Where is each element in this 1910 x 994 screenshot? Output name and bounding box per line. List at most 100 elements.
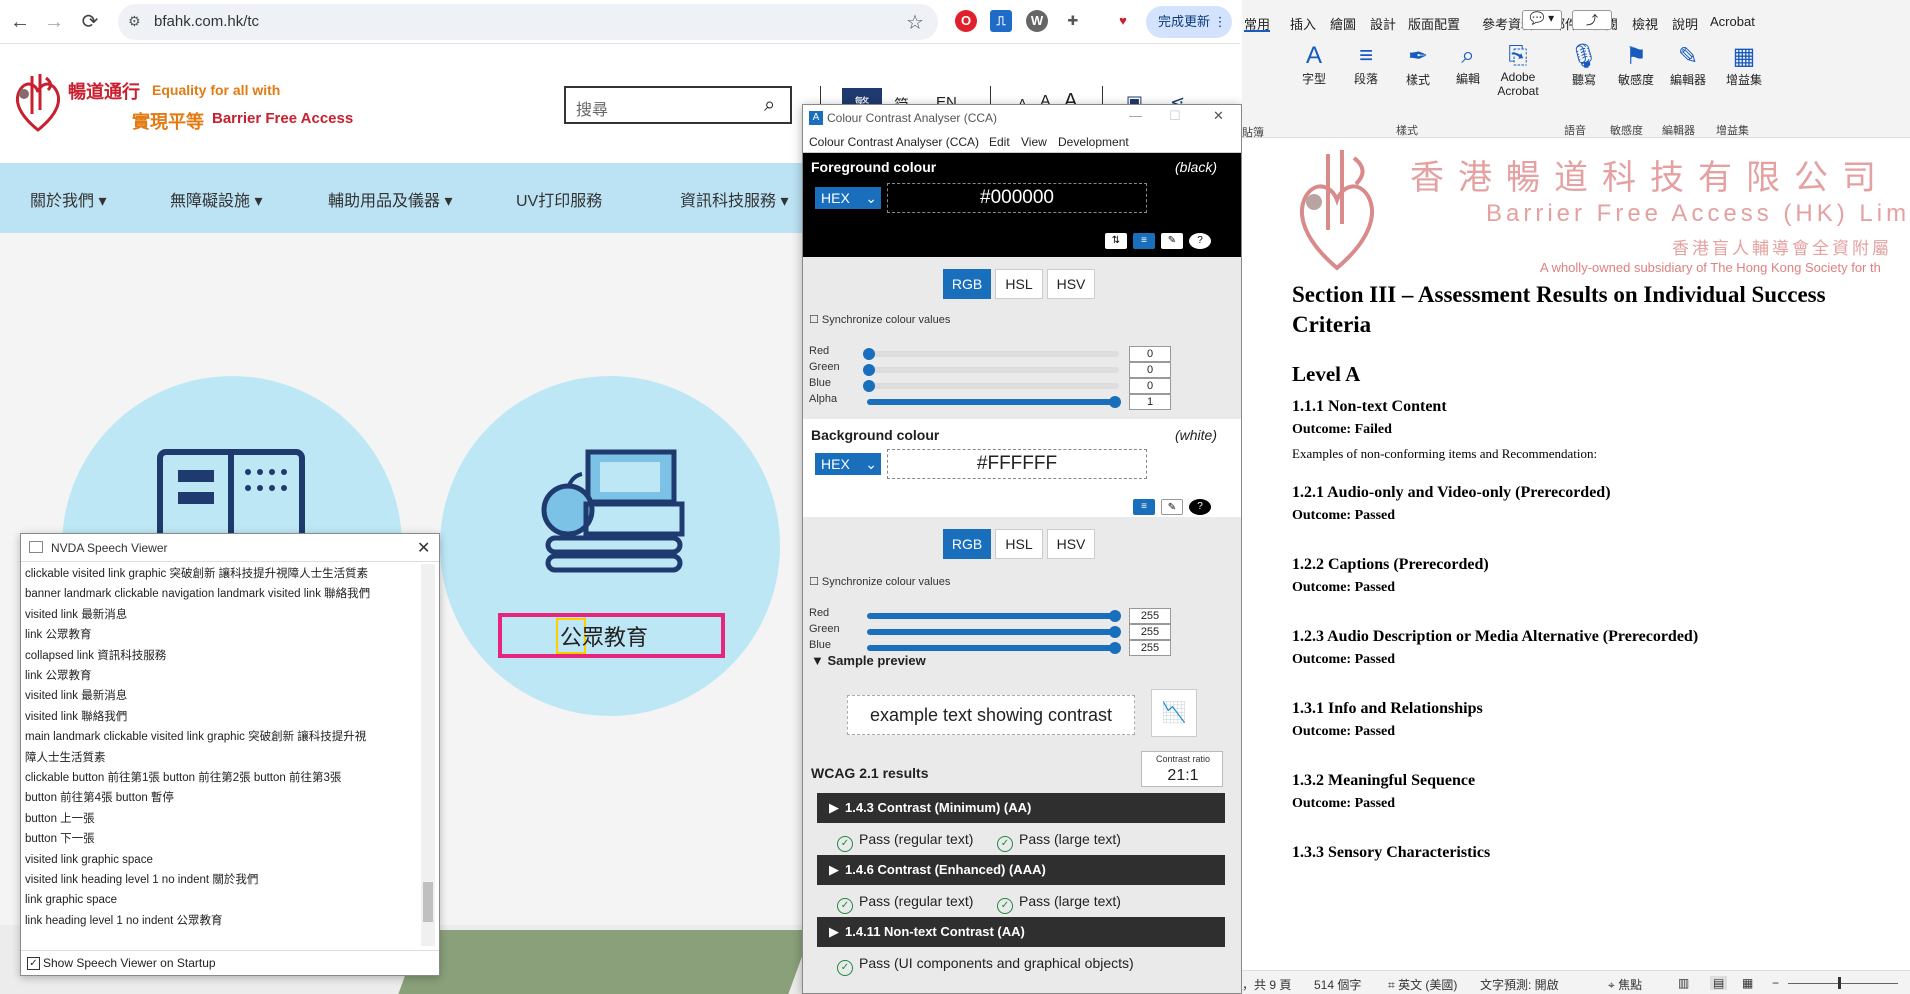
ribbon-button[interactable]: ⎘ Adobe Acrobat xyxy=(1492,38,1544,138)
channel-value-input[interactable]: 0 xyxy=(1129,378,1171,394)
help-icon[interactable]: ? xyxy=(1189,499,1211,515)
tab-hsv[interactable]: HSV xyxy=(1047,529,1095,559)
menu-edit[interactable]: Edit xyxy=(989,135,1010,149)
web-layout-icon[interactable]: ▦ xyxy=(1742,976,1753,990)
criterion-header[interactable]: ▶ 1.4.11 Non-text Contrast (AA) xyxy=(817,917,1225,947)
bg-format-dropdown[interactable]: HEX ⌄ xyxy=(815,453,881,475)
document-page[interactable]: 香港暢道科技有限公司 Barrier Free Access (HK) Lim … xyxy=(1242,140,1910,970)
word-tab[interactable]: 插入 xyxy=(1290,14,1316,33)
zoom-slider-thumb[interactable] xyxy=(1838,977,1841,989)
channel-slider-thumb[interactable] xyxy=(863,364,875,376)
forward-icon[interactable]: → xyxy=(40,8,68,36)
channel-slider-track[interactable] xyxy=(867,367,1119,373)
swap-colours-icon[interactable]: ⇅ xyxy=(1105,233,1127,249)
update-button[interactable]: 完成更新 ⋮ xyxy=(1146,6,1232,38)
word-tab[interactable]: 說明 xyxy=(1672,14,1698,33)
channel-slider-thumb[interactable] xyxy=(863,380,875,392)
channel-slider-track[interactable] xyxy=(867,383,1119,389)
wappalyzer-icon[interactable]: W xyxy=(1026,10,1048,32)
nav-facilities[interactable]: 無障礙設施 ▾ xyxy=(170,187,263,211)
help-icon[interactable]: ? xyxy=(1189,233,1211,249)
word-tab[interactable]: Acrobat xyxy=(1710,14,1755,29)
back-icon[interactable]: ← xyxy=(6,8,34,36)
channel-slider-track[interactable] xyxy=(867,613,1119,619)
channel-slider-thumb[interactable] xyxy=(1109,642,1121,654)
ribbon-button[interactable]: ⌕ 編輯 xyxy=(1442,38,1494,138)
nav-uv-print[interactable]: UV打印服務 xyxy=(516,187,602,211)
channel-slider-track[interactable] xyxy=(867,645,1119,651)
read-mode-icon[interactable]: ▥ xyxy=(1678,976,1689,990)
scrollbar-thumb[interactable] xyxy=(423,882,433,922)
word-tab[interactable]: 版面配置 xyxy=(1408,14,1460,33)
tab-hsl[interactable]: HSL xyxy=(995,529,1043,559)
print-layout-icon[interactable]: ▤ xyxy=(1710,976,1728,990)
fg-format-dropdown[interactable]: HEX ⌄ xyxy=(815,187,881,209)
bg-hex-input[interactable]: #FFFFFF xyxy=(887,449,1147,479)
public-education-link[interactable]: 公眾教育 xyxy=(560,620,648,652)
share-icon[interactable]: ⤴ xyxy=(1572,10,1612,30)
menu-view[interactable]: View xyxy=(1021,135,1047,149)
channel-slider-track[interactable] xyxy=(867,399,1119,405)
channel-slider-thumb[interactable] xyxy=(1109,396,1121,408)
fg-hex-input[interactable]: #000000 xyxy=(887,183,1147,213)
tab-rgb[interactable]: RGB xyxy=(943,269,991,299)
channel-slider-track[interactable] xyxy=(867,629,1119,635)
channel-value-input[interactable]: 1 xyxy=(1129,394,1171,410)
nvda-log[interactable]: clickable visited link graphic 突破創新 讓科技提… xyxy=(23,564,435,946)
channel-value-input[interactable]: 0 xyxy=(1129,362,1171,378)
sliders-icon[interactable]: ≡ xyxy=(1133,499,1155,515)
channel-value-input[interactable]: 255 xyxy=(1129,608,1171,624)
menu-app[interactable]: Colour Contrast Analyser (CCA) xyxy=(809,135,979,149)
startup-checkbox[interactable]: ✓ xyxy=(27,957,40,970)
criterion-header[interactable]: ▶ 1.4.3 Contrast (Minimum) (AA) xyxy=(817,793,1225,823)
site-info-icon[interactable]: ⚙ xyxy=(128,13,141,30)
ribbon-button[interactable]: ≡ 段落 xyxy=(1340,38,1392,138)
word-tab[interactable]: 繪圖 xyxy=(1330,14,1356,33)
site-search-input[interactable]: 搜尋 ⌕ xyxy=(564,86,792,124)
menu-development[interactable]: Development xyxy=(1058,135,1129,149)
address-bar[interactable]: ⚙ bfahk.com.hk/tc ☆ xyxy=(118,4,938,40)
fg-sync-checkbox[interactable]: ☐ Synchronize colour values xyxy=(809,313,950,326)
nav-it-services[interactable]: 資訊科技服務 ▾ xyxy=(680,187,789,211)
channel-slider-track[interactable] xyxy=(867,351,1119,357)
close-icon[interactable]: ✕ xyxy=(1213,108,1224,124)
tab-rgb[interactable]: RGB xyxy=(943,529,991,559)
sliders-icon[interactable]: ≡ xyxy=(1133,233,1155,249)
word-tab[interactable]: 常用 xyxy=(1244,14,1270,33)
eyedropper-icon[interactable]: ✎ xyxy=(1161,499,1183,515)
word-tab[interactable]: 設計 xyxy=(1370,14,1396,33)
minimize-icon[interactable]: — xyxy=(1129,108,1142,123)
site-logo-icon[interactable] xyxy=(10,70,66,136)
tab-hsv[interactable]: HSV xyxy=(1047,269,1095,299)
word-tab[interactable]: 檢視 xyxy=(1632,14,1658,33)
channel-slider-thumb[interactable] xyxy=(863,348,875,360)
eyedropper-icon[interactable]: ✎ xyxy=(1161,233,1183,249)
nav-about[interactable]: 關於我們 ▾ xyxy=(30,187,107,211)
opera-extension-icon[interactable]: O xyxy=(955,10,977,32)
channel-value-input[interactable]: 255 xyxy=(1129,624,1171,640)
extension-icon[interactable]: ⎍ xyxy=(990,10,1012,32)
zoom-slider[interactable] xyxy=(1788,983,1898,984)
nav-aids[interactable]: 輔助用品及儀器 ▾ xyxy=(328,187,453,211)
chart-icon[interactable]: 📉 xyxy=(1151,689,1197,737)
search-icon[interactable]: ⌕ xyxy=(764,94,775,117)
ribbon-button[interactable]: A 字型 xyxy=(1288,38,1340,138)
reload-icon[interactable]: ⟳ xyxy=(76,8,104,36)
channel-slider-thumb[interactable] xyxy=(1109,626,1121,638)
status-focus[interactable]: ⌖ 焦點 xyxy=(1608,976,1642,993)
channel-value-input[interactable]: 255 xyxy=(1129,640,1171,656)
bg-sync-checkbox[interactable]: ☐ Synchronize colour values xyxy=(809,575,950,588)
puzzle-extensions-icon[interactable]: ✚ xyxy=(1062,10,1084,32)
sample-preview-toggle[interactable]: ▼ Sample preview xyxy=(811,653,926,668)
channel-slider-thumb[interactable] xyxy=(1109,610,1121,622)
profile-icon[interactable]: ♥ xyxy=(1112,10,1134,32)
channel-value-input[interactable]: 0 xyxy=(1129,346,1171,362)
comments-icon[interactable]: 💬 ▾ xyxy=(1522,10,1562,30)
criterion-header[interactable]: ▶ 1.4.6 Contrast (Enhanced) (AAA) xyxy=(817,855,1225,885)
close-icon[interactable]: ✕ xyxy=(417,538,430,558)
bookmark-star-icon[interactable]: ☆ xyxy=(906,10,924,35)
scrollbar[interactable] xyxy=(421,564,435,946)
tab-hsl[interactable]: HSL xyxy=(995,269,1043,299)
maximize-icon[interactable]: ☐ xyxy=(1169,108,1181,124)
zoom-out-icon[interactable]: − xyxy=(1772,976,1779,990)
